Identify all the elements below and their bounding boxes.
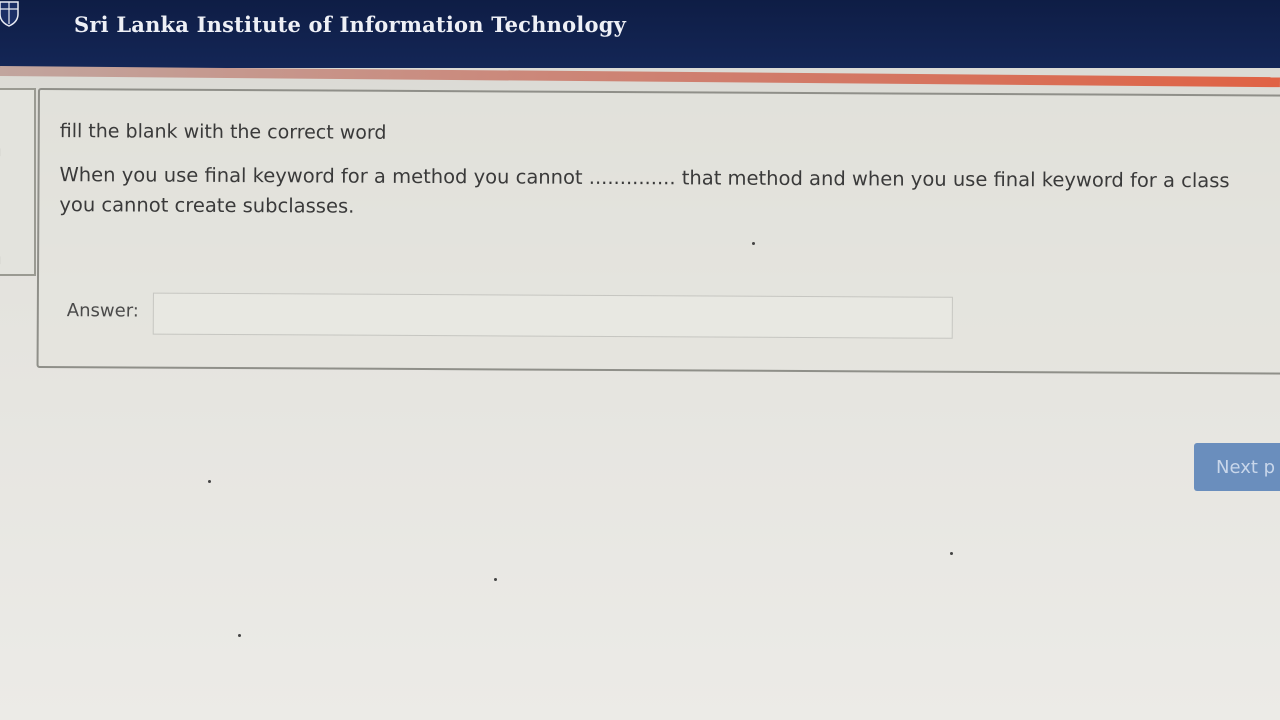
question-card: fill the blank with the correct word Whe…	[36, 88, 1280, 375]
screen-speck	[238, 634, 241, 637]
next-page-button[interactable]: Next p	[1194, 443, 1280, 491]
nav-marker-icon: ┐	[0, 250, 4, 264]
university-crest-icon	[0, 1, 19, 27]
screen-speck	[208, 480, 211, 483]
site-header: Sri Lanka Institute of Information Techn…	[0, 0, 1280, 68]
question-line: you cannot create subclasses.	[59, 193, 355, 218]
question-instruction: fill the blank with the correct word	[59, 120, 387, 144]
question-text: When you use final keyword for a method …	[59, 160, 1229, 226]
answer-label: Answer:	[66, 300, 139, 322]
answer-input[interactable]	[152, 292, 953, 339]
nav-marker-icon: ┐	[0, 142, 4, 156]
screen-speck	[950, 552, 953, 555]
screen-speck	[494, 578, 497, 581]
quiz-navigation-panel: ┐ ┐	[0, 88, 36, 276]
institute-name: Sri Lanka Institute of Information Techn…	[74, 12, 626, 37]
screen-speck	[752, 242, 755, 245]
header-accent-bar	[0, 66, 1280, 88]
